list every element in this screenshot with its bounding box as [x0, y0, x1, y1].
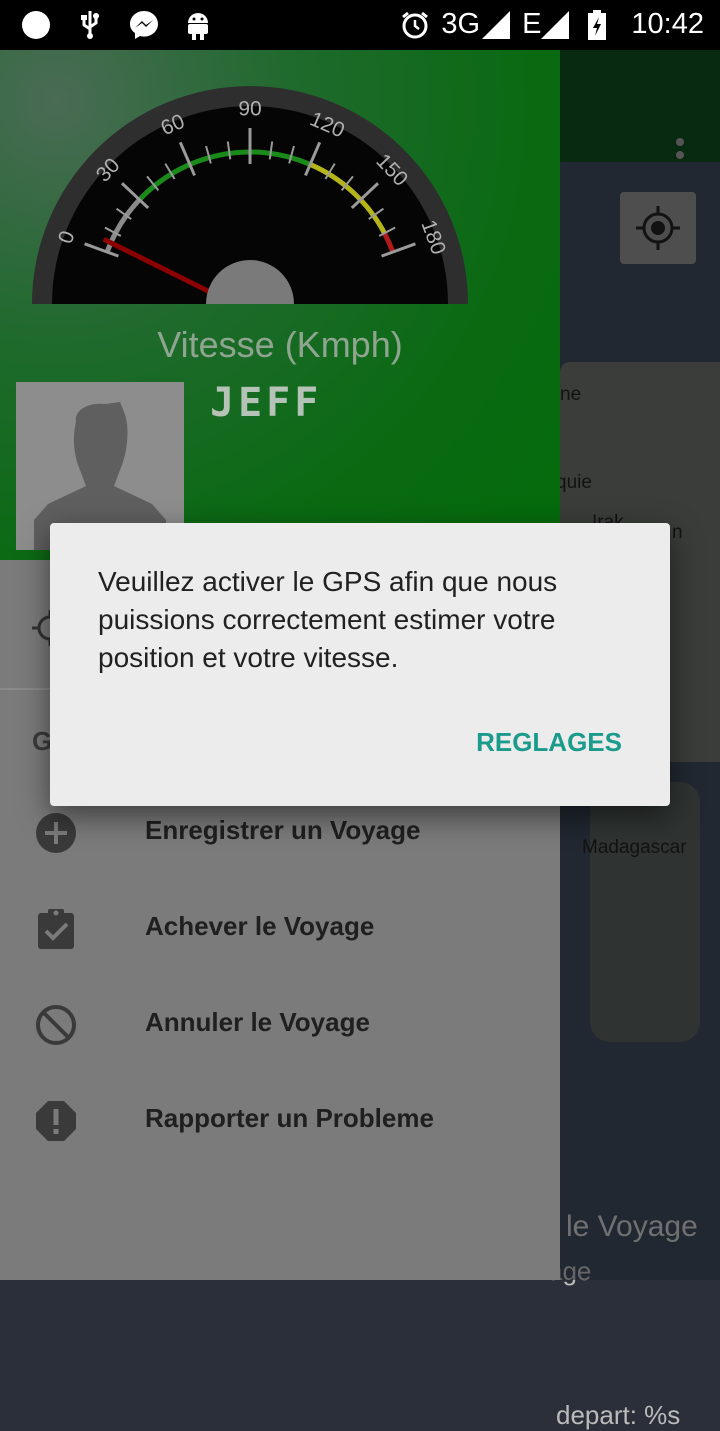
error-octagon-icon [34, 1099, 78, 1143]
block-icon [34, 1003, 78, 1047]
gauge-tick-label: 90 [238, 98, 261, 121]
menu-item-label: Annuler le Voyage [145, 1007, 370, 1037]
status-bar: 3G E 10:42 [0, 0, 720, 50]
alarm-icon [399, 9, 431, 41]
user-name: JEFF [210, 380, 323, 426]
clipboard-check-icon [34, 907, 78, 951]
settings-button[interactable]: REGLAGES [476, 727, 622, 758]
clock: 10:42 [631, 8, 704, 40]
messenger-icon [128, 9, 160, 41]
android-icon [182, 9, 214, 41]
speedometer-gauge: 0306090 120150180 [32, 86, 468, 304]
gps-alert-dialog: Veuillez activer le GPS afin que nous pu… [50, 523, 670, 806]
map-depart-text: depart: %s [556, 1400, 681, 1430]
dialog-message: Veuillez activer le GPS afin que nous pu… [98, 566, 558, 673]
menu-item-achever[interactable]: Achever le Voyage [0, 883, 560, 979]
add-circle-icon [34, 811, 78, 855]
signal-icon [480, 9, 512, 41]
drawer-header: 0 30 60 90 120 150 180 Vitesse (Kmph) JEFF [0, 50, 560, 560]
menu-item-label: Rapporter un Probleme [145, 1103, 434, 1133]
menu-item-annuler[interactable]: Annuler le Voyage [0, 979, 560, 1075]
signal-icon [539, 9, 571, 41]
speed-label: Vitesse (Kmph) [157, 324, 403, 365]
menu-item-label: Enregistrer un Voyage [145, 815, 421, 845]
menu-item-label: Achever le Voyage [145, 911, 375, 941]
network-type: 3G [441, 8, 481, 40]
menu-item-rapporter[interactable]: Rapporter un Probleme [0, 1075, 560, 1171]
usb-icon [74, 9, 106, 41]
dot-icon [20, 9, 52, 41]
battery-charging-icon [581, 9, 613, 41]
